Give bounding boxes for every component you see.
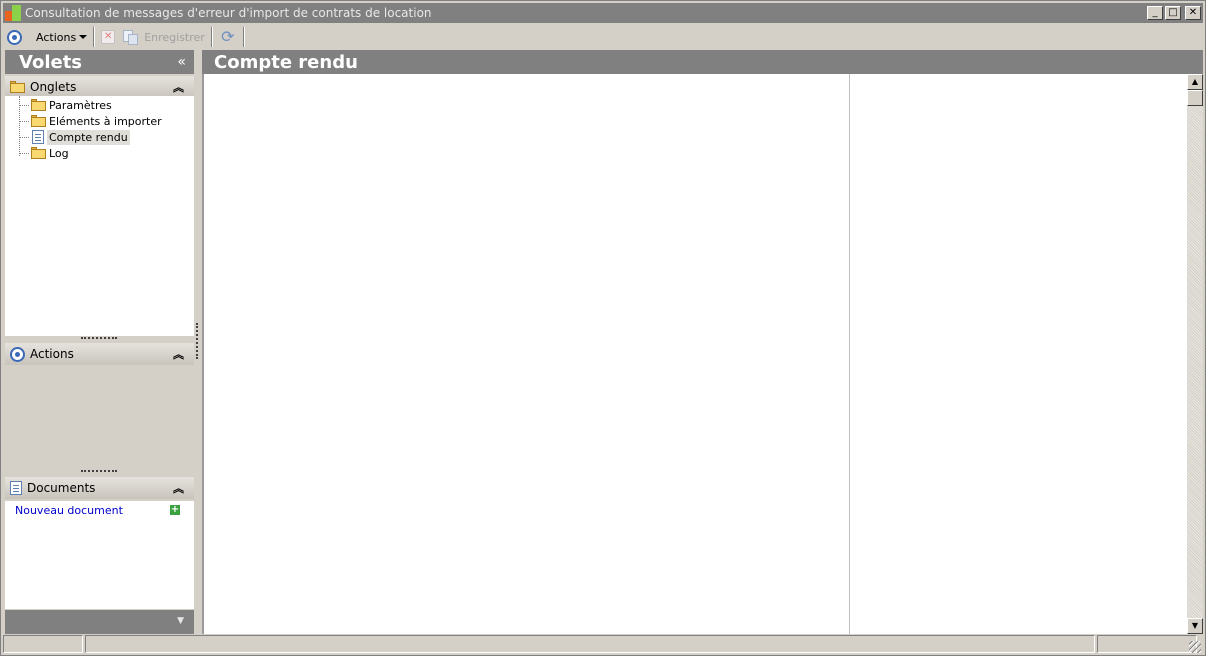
window-controls: _ □ ✕: [1147, 6, 1201, 20]
application-window: Consultation de messages d'erreur d'impo…: [0, 0, 1206, 656]
tree-item-elements-a-importer[interactable]: Eléments à importer: [19, 113, 164, 129]
main-header: Compte rendu: [202, 50, 1203, 74]
status-pane: [3, 635, 83, 653]
scroll-thumb[interactable]: [1187, 90, 1203, 106]
tree-item-parametres[interactable]: Paramètres: [19, 97, 114, 113]
status-bar: [3, 635, 1203, 655]
scroll-down-button[interactable]: ▼: [1187, 618, 1203, 634]
content-divider: [849, 74, 850, 634]
documents-section-body: Nouveau document +: [5, 501, 194, 609]
toolbar-separator: [93, 27, 96, 47]
panel-splitter[interactable]: [196, 323, 199, 359]
page-title: Compte rendu: [214, 51, 358, 73]
document-icon: [10, 481, 22, 495]
chevron-down-icon[interactable]: ▼: [177, 616, 184, 626]
panels-title: Volets: [19, 51, 83, 73]
collapse-section-icon[interactable]: ︽: [173, 480, 184, 496]
section-resize-grip[interactable]: [81, 470, 117, 473]
title-bar[interactable]: Consultation de messages d'erreur d'impo…: [3, 3, 1203, 23]
minimize-button[interactable]: _: [1147, 6, 1163, 20]
close-button[interactable]: ✕: [1185, 6, 1201, 20]
collapse-section-icon[interactable]: ︽: [173, 79, 184, 95]
window-title: Consultation de messages d'erreur d'impo…: [25, 6, 432, 20]
new-document-link[interactable]: Nouveau document: [15, 504, 123, 517]
refresh-icon: ⟳: [221, 27, 235, 46]
scroll-up-button[interactable]: ▲: [1187, 74, 1203, 90]
tree-connector: [19, 136, 29, 138]
actions-section-header[interactable]: Actions ︽: [5, 343, 194, 365]
save-button[interactable]: Enregistrer: [119, 26, 209, 48]
app-logo-icon: [5, 5, 21, 21]
delete-icon: ✕: [101, 30, 116, 44]
documents-section-label: Documents: [27, 481, 96, 495]
maximize-button[interactable]: □: [1165, 6, 1181, 20]
tree-item-label: Log: [49, 146, 69, 160]
folder-icon: [30, 99, 46, 111]
tree-item-label: Eléments à importer: [49, 114, 162, 128]
folder-icon: [10, 81, 25, 93]
chevron-down-icon: [79, 35, 88, 39]
documents-section-header[interactable]: Documents ︽: [5, 477, 194, 499]
actions-circle-icon: [10, 346, 25, 362]
delete-button[interactable]: ✕: [97, 26, 119, 48]
folder-icon: [30, 147, 46, 159]
tabs-section-label: Onglets: [30, 80, 77, 94]
left-panel: Volets « Onglets ︽ Paramètres Eléments à…: [3, 50, 196, 634]
status-pane: [85, 635, 1095, 653]
resize-grip-icon[interactable]: [1189, 641, 1201, 653]
add-document-icon[interactable]: +: [170, 505, 180, 515]
tree-connector: [19, 120, 29, 122]
document-icon: [32, 130, 44, 144]
tree-item-log[interactable]: Log: [19, 145, 71, 161]
actions-section-body: [5, 366, 194, 470]
toolbar-separator: [210, 27, 213, 47]
tree-item-label: Paramètres: [49, 98, 112, 112]
toolbar: Actions ✕ Enregistrer ⟳: [3, 25, 1203, 49]
save-label: Enregistrer: [144, 30, 205, 44]
status-pane: [1097, 635, 1197, 653]
report-content-area[interactable]: [202, 74, 1187, 634]
actions-circle-icon: [7, 29, 22, 45]
tree-connector: [19, 152, 29, 154]
save-icon: [123, 29, 139, 45]
tabs-tree: Paramètres Eléments à importer Compte re…: [5, 96, 194, 336]
folder-icon: [30, 115, 46, 127]
section-resize-grip[interactable]: [81, 337, 117, 340]
panel-bottom-bar: ▼: [5, 610, 194, 634]
collapse-panel-icon[interactable]: «: [177, 54, 186, 70]
vertical-scrollbar[interactable]: ▲ ▼: [1187, 74, 1203, 634]
refresh-button[interactable]: ⟳: [215, 26, 241, 48]
tree-item-label: Compte rendu: [47, 129, 130, 145]
actions-section-label: Actions: [30, 347, 74, 361]
actions-menu-button[interactable]: Actions: [3, 26, 91, 48]
panels-header: Volets «: [5, 50, 194, 74]
tree-item-compte-rendu[interactable]: Compte rendu: [19, 129, 130, 145]
actions-menu-label: Actions: [36, 30, 77, 44]
tree-connector: [19, 104, 29, 106]
collapse-section-icon[interactable]: ︽: [173, 346, 184, 362]
tabs-section-header[interactable]: Onglets ︽: [5, 76, 194, 98]
toolbar-separator: [242, 27, 245, 47]
